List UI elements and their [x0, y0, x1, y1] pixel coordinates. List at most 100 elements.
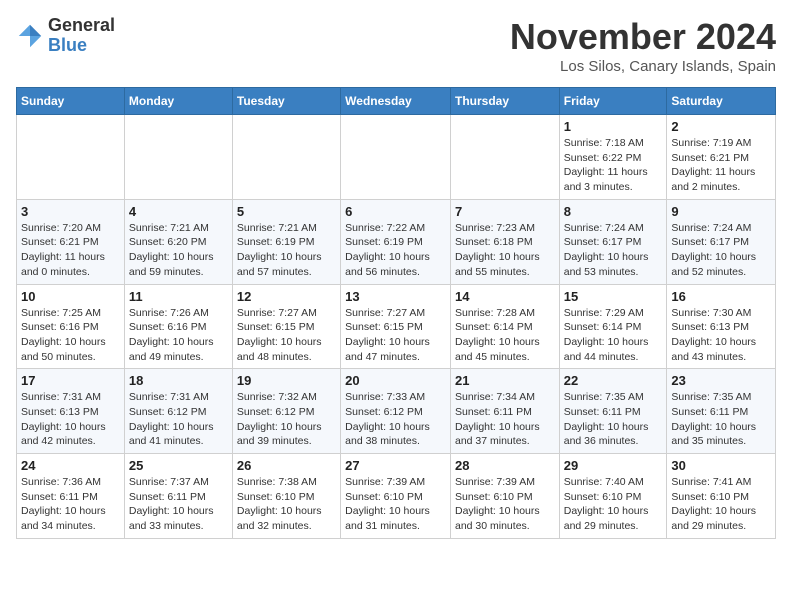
header: General Blue November 2024 Los Silos, Ca… — [16, 16, 776, 75]
day-cell: 23 Sunrise: 7:35 AM Sunset: 6:11 PM Dayli… — [667, 369, 776, 454]
day-number: 19 — [237, 373, 336, 388]
day-number: 6 — [345, 204, 446, 219]
day-cell: 8 Sunrise: 7:24 AM Sunset: 6:17 PM Daylig… — [559, 199, 667, 284]
day-cell: 24 Sunrise: 7:36 AM Sunset: 6:11 PM Dayli… — [17, 454, 125, 539]
day-info: Sunrise: 7:30 AM Sunset: 6:13 PM Dayligh… — [671, 306, 771, 365]
day-number: 27 — [345, 458, 446, 473]
day-info: Sunrise: 7:26 AM Sunset: 6:16 PM Dayligh… — [129, 306, 228, 365]
day-cell: 10 Sunrise: 7:25 AM Sunset: 6:16 PM Dayli… — [17, 284, 125, 369]
day-cell: 11 Sunrise: 7:26 AM Sunset: 6:16 PM Dayli… — [124, 284, 232, 369]
weekday-header-thursday: Thursday — [450, 88, 559, 115]
day-info: Sunrise: 7:29 AM Sunset: 6:14 PM Dayligh… — [564, 306, 663, 365]
day-number: 15 — [564, 289, 663, 304]
logo-blue-text: Blue — [48, 35, 87, 55]
day-info: Sunrise: 7:31 AM Sunset: 6:13 PM Dayligh… — [21, 390, 120, 449]
week-row-5: 24 Sunrise: 7:36 AM Sunset: 6:11 PM Dayli… — [17, 454, 776, 539]
day-cell: 13 Sunrise: 7:27 AM Sunset: 6:15 PM Dayli… — [341, 284, 451, 369]
day-cell: 7 Sunrise: 7:23 AM Sunset: 6:18 PM Daylig… — [450, 199, 559, 284]
location: Los Silos, Canary Islands, Spain — [510, 58, 776, 75]
day-cell: 22 Sunrise: 7:35 AM Sunset: 6:11 PM Dayli… — [559, 369, 667, 454]
day-cell: 3 Sunrise: 7:20 AM Sunset: 6:21 PM Daylig… — [17, 199, 125, 284]
day-cell: 28Sunrise: 7:39 AM Sunset: 6:10 PM Dayli… — [450, 454, 559, 539]
day-number: 22 — [564, 373, 663, 388]
day-number: 28 — [455, 458, 555, 473]
day-cell: 25 Sunrise: 7:37 AM Sunset: 6:11 PM Dayli… — [124, 454, 232, 539]
day-number: 30 — [671, 458, 771, 473]
day-number: 10 — [21, 289, 120, 304]
day-cell — [17, 115, 125, 200]
day-info: Sunrise: 7:24 AM Sunset: 6:17 PM Dayligh… — [671, 221, 771, 280]
day-info: Sunrise: 7:28 AM Sunset: 6:14 PM Dayligh… — [455, 306, 555, 365]
day-cell: 5 Sunrise: 7:21 AM Sunset: 6:19 PM Daylig… — [232, 199, 340, 284]
day-info: Sunrise: 7:37 AM Sunset: 6:11 PM Dayligh… — [129, 475, 228, 534]
day-number: 9 — [671, 204, 771, 219]
day-info: Sunrise: 7:22 AM Sunset: 6:19 PM Dayligh… — [345, 221, 446, 280]
day-info: Sunrise: 7:24 AM Sunset: 6:17 PM Dayligh… — [564, 221, 663, 280]
weekday-header-monday: Monday — [124, 88, 232, 115]
day-cell: 21 Sunrise: 7:34 AM Sunset: 6:11 PM Dayli… — [450, 369, 559, 454]
day-number: 17 — [21, 373, 120, 388]
day-cell: 14 Sunrise: 7:28 AM Sunset: 6:14 PM Dayli… — [450, 284, 559, 369]
title-area: November 2024 Los Silos, Canary Islands,… — [510, 16, 776, 75]
weekday-header-sunday: Sunday — [17, 88, 125, 115]
day-info: Sunrise: 7:20 AM Sunset: 6:21 PM Dayligh… — [21, 221, 120, 280]
day-cell: 27 Sunrise: 7:39 AM Sunset: 6:10 PM Dayli… — [341, 454, 451, 539]
logo-general-text: General — [48, 15, 115, 35]
day-number: 5 — [237, 204, 336, 219]
day-info: Sunrise: 7:36 AM Sunset: 6:11 PM Dayligh… — [21, 475, 120, 534]
week-row-2: 3 Sunrise: 7:20 AM Sunset: 6:21 PM Daylig… — [17, 199, 776, 284]
logo: General Blue — [16, 16, 115, 56]
day-cell: 9 Sunrise: 7:24 AM Sunset: 6:17 PM Daylig… — [667, 199, 776, 284]
day-number: 18 — [129, 373, 228, 388]
week-row-4: 17 Sunrise: 7:31 AM Sunset: 6:13 PM Dayli… — [17, 369, 776, 454]
day-cell: 15 Sunrise: 7:29 AM Sunset: 6:14 PM Dayli… — [559, 284, 667, 369]
day-info: Sunrise: 7:31 AM Sunset: 6:12 PM Dayligh… — [129, 390, 228, 449]
day-number: 8 — [564, 204, 663, 219]
day-cell: 1Sunrise: 7:18 AM Sunset: 6:22 PM Daylig… — [559, 115, 667, 200]
day-info: Sunrise: 7:21 AM Sunset: 6:19 PM Dayligh… — [237, 221, 336, 280]
day-info: Sunrise: 7:34 AM Sunset: 6:11 PM Dayligh… — [455, 390, 555, 449]
day-cell: 17 Sunrise: 7:31 AM Sunset: 6:13 PM Dayli… — [17, 369, 125, 454]
day-info: Sunrise: 7:32 AM Sunset: 6:12 PM Dayligh… — [237, 390, 336, 449]
day-info: Sunrise: 7:39 AM Sunset: 6:10 PM Dayligh… — [345, 475, 446, 534]
day-number: 20 — [345, 373, 446, 388]
day-number: 13 — [345, 289, 446, 304]
day-info: Sunrise: 7:35 AM Sunset: 6:11 PM Dayligh… — [671, 390, 771, 449]
weekday-header-row: SundayMondayTuesdayWednesdayThursdayFrid… — [17, 88, 776, 115]
logo-text: General Blue — [48, 16, 115, 56]
day-number: 14 — [455, 289, 555, 304]
day-info: Sunrise: 7:25 AM Sunset: 6:16 PM Dayligh… — [21, 306, 120, 365]
week-row-1: 1Sunrise: 7:18 AM Sunset: 6:22 PM Daylig… — [17, 115, 776, 200]
day-cell — [124, 115, 232, 200]
day-info: Sunrise: 7:27 AM Sunset: 6:15 PM Dayligh… — [345, 306, 446, 365]
day-number: 11 — [129, 289, 228, 304]
day-info: Sunrise: 7:35 AM Sunset: 6:11 PM Dayligh… — [564, 390, 663, 449]
day-number: 23 — [671, 373, 771, 388]
day-number: 24 — [21, 458, 120, 473]
day-number: 12 — [237, 289, 336, 304]
day-cell: 4 Sunrise: 7:21 AM Sunset: 6:20 PM Daylig… — [124, 199, 232, 284]
day-cell: 19 Sunrise: 7:32 AM Sunset: 6:12 PM Dayli… — [232, 369, 340, 454]
day-number: 1 — [564, 119, 663, 134]
month-title: November 2024 — [510, 16, 776, 58]
day-number: 21 — [455, 373, 555, 388]
day-info: Sunrise: 7:27 AM Sunset: 6:15 PM Dayligh… — [237, 306, 336, 365]
day-cell: 26Sunrise: 7:38 AM Sunset: 6:10 PM Dayli… — [232, 454, 340, 539]
day-info: Sunrise: 7:40 AM Sunset: 6:10 PM Dayligh… — [564, 475, 663, 534]
weekday-header-tuesday: Tuesday — [232, 88, 340, 115]
day-number: 4 — [129, 204, 228, 219]
day-info: Sunrise: 7:23 AM Sunset: 6:18 PM Dayligh… — [455, 221, 555, 280]
day-cell — [450, 115, 559, 200]
day-info: Sunrise: 7:21 AM Sunset: 6:20 PM Dayligh… — [129, 221, 228, 280]
day-info: Sunrise: 7:41 AM Sunset: 6:10 PM Dayligh… — [671, 475, 771, 534]
day-cell: 30 Sunrise: 7:41 AM Sunset: 6:10 PM Dayli… — [667, 454, 776, 539]
day-number: 7 — [455, 204, 555, 219]
day-number: 25 — [129, 458, 228, 473]
day-cell: 12 Sunrise: 7:27 AM Sunset: 6:15 PM Dayli… — [232, 284, 340, 369]
day-number: 3 — [21, 204, 120, 219]
day-cell: 2Sunrise: 7:19 AM Sunset: 6:21 PM Daylig… — [667, 115, 776, 200]
day-cell — [341, 115, 451, 200]
day-info: Sunrise: 7:38 AM Sunset: 6:10 PM Dayligh… — [237, 475, 336, 534]
day-cell: 29Sunrise: 7:40 AM Sunset: 6:10 PM Dayli… — [559, 454, 667, 539]
day-number: 16 — [671, 289, 771, 304]
